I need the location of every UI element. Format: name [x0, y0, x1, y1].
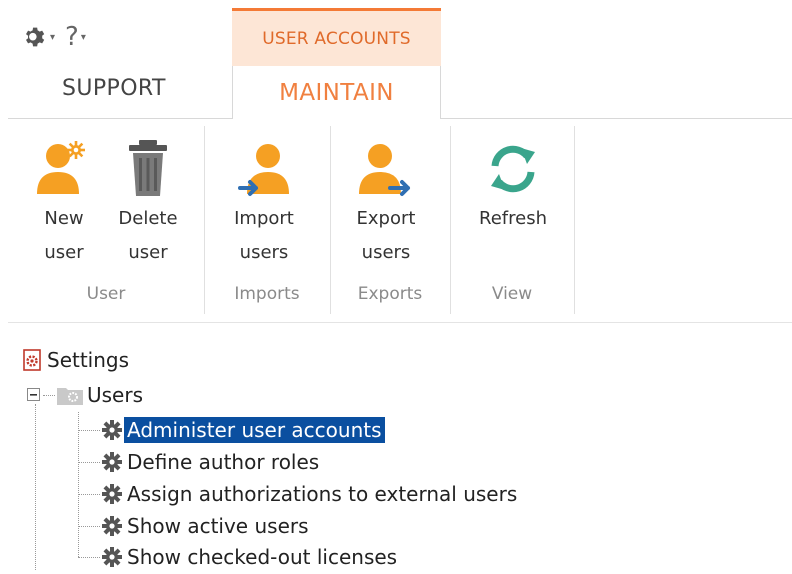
tree-connector [78, 462, 100, 463]
tree-item-label: Administer user accounts [124, 417, 385, 443]
gear-icon [102, 452, 122, 472]
tree-node-label: Users [87, 383, 144, 407]
help-menu-button[interactable]: ? ▾ [65, 24, 86, 50]
refresh-icon [491, 145, 535, 193]
gear-icon [102, 516, 122, 536]
tree-connector [78, 430, 100, 431]
group-separator [574, 126, 575, 314]
tree-item-label: Show active users [127, 514, 309, 538]
tree-item-show-active-users[interactable]: Show active users [100, 511, 312, 541]
gear-icon [102, 547, 122, 567]
refresh-label: Refresh [479, 208, 547, 229]
tree-item-define-author-roles[interactable]: Define author roles [100, 447, 322, 477]
new-user-button[interactable]: New user [34, 138, 94, 270]
gear-icon [102, 484, 122, 504]
gear-icon [26, 27, 45, 47]
tree-item-show-checked-out-licenses[interactable]: Show checked-out licenses [100, 542, 400, 572]
export-users-icon [359, 144, 410, 196]
export-users-label: Export users [356, 208, 416, 263]
collapse-icon[interactable] [26, 387, 42, 403]
users-folder-icon [57, 388, 83, 405]
ribbon-bottom-border [8, 322, 792, 323]
tree-node-users[interactable]: Users [26, 380, 146, 410]
chevron-down-icon: ▾ [50, 31, 56, 43]
export-users-button[interactable]: Export users [346, 138, 426, 270]
new-user-label: New user [44, 208, 84, 263]
delete-user-button[interactable]: Delete user [114, 138, 182, 270]
tree-connector [35, 404, 36, 570]
tree-connector [78, 557, 100, 558]
group-label-exports: Exports [357, 284, 423, 304]
tab-maintain[interactable]: MAINTAIN [232, 66, 441, 119]
tree-node-label: Settings [47, 348, 130, 372]
new-user-icon [37, 141, 85, 194]
delete-user-label: Delete user [118, 208, 178, 263]
import-users-icon [238, 144, 289, 196]
refresh-button[interactable]: Refresh [468, 138, 558, 236]
gear-icon [102, 420, 122, 440]
group-label-user: User [86, 284, 126, 304]
tree-node-settings[interactable]: Settings [22, 345, 132, 375]
chevron-down-icon: ▾ [80, 31, 86, 43]
tree-item-label: Define author roles [127, 450, 320, 474]
tree-item-label: Assign authorizations to external users [127, 482, 518, 506]
trash-icon [129, 140, 167, 196]
tree-connector [78, 526, 100, 527]
tree-connector [78, 494, 100, 495]
tree-item-label: Show checked-out licenses [127, 545, 398, 569]
help-icon: ? [65, 22, 79, 52]
tree-connector [78, 412, 79, 557]
context-tab-header: USER ACCOUNTS [232, 8, 441, 66]
import-users-label: Import users [234, 208, 294, 263]
settings-menu-button[interactable]: ▾ [22, 24, 55, 50]
group-label-imports: Imports [234, 284, 300, 304]
tree-item-administer-user-accounts[interactable]: Administer user accounts [100, 415, 385, 445]
tree-item-assign-authorizations[interactable]: Assign authorizations to external users [100, 479, 520, 509]
quick-tools: ▾ ? ▾ [22, 20, 86, 54]
import-users-button[interactable]: Import users [224, 138, 304, 270]
group-label-view: View [491, 284, 533, 304]
tab-support[interactable]: SUPPORT [62, 76, 166, 101]
settings-document-icon [23, 349, 41, 371]
